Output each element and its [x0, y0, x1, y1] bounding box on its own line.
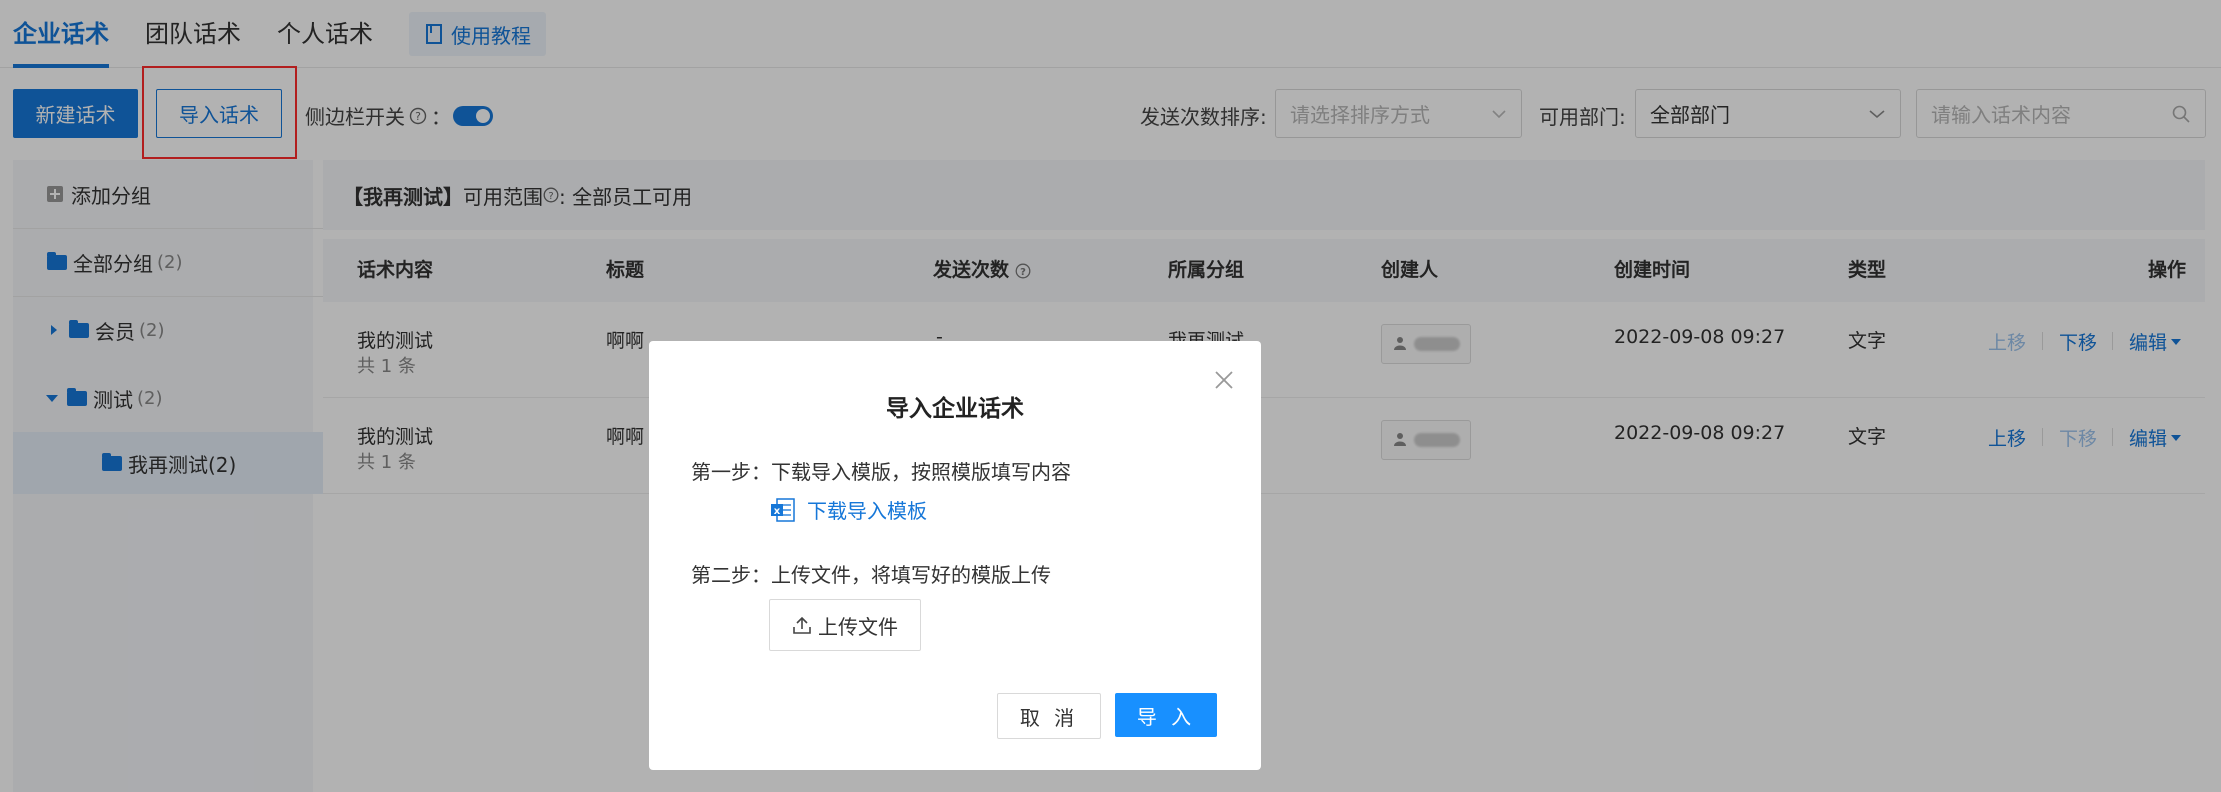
download-template-label: 下载导入模板 — [807, 499, 927, 523]
import-confirm-button[interactable]: 导 入 — [1115, 693, 1217, 737]
upload-file-label: 上传文件 — [818, 614, 898, 639]
upload-file-button[interactable]: 上传文件 — [769, 599, 921, 651]
excel-file-icon: x — [771, 497, 795, 522]
step-one-text: 第一步：下载导入模版，按照模版填写内容 — [691, 460, 1071, 484]
cancel-button[interactable]: 取 消 — [997, 693, 1101, 739]
import-dialog: 导入企业话术 第一步：下载导入模版，按照模版填写内容 x 下载导入模板 第二步：… — [649, 341, 1261, 770]
download-template-link[interactable]: x 下载导入模板 — [769, 495, 927, 524]
svg-text:x: x — [774, 506, 781, 517]
upload-icon — [793, 616, 811, 634]
dialog-title: 导入企业话术 — [886, 396, 1024, 422]
step-two-text: 第二步：上传文件，将填写好的模版上传 — [691, 563, 1051, 587]
close-icon[interactable] — [1213, 369, 1235, 391]
